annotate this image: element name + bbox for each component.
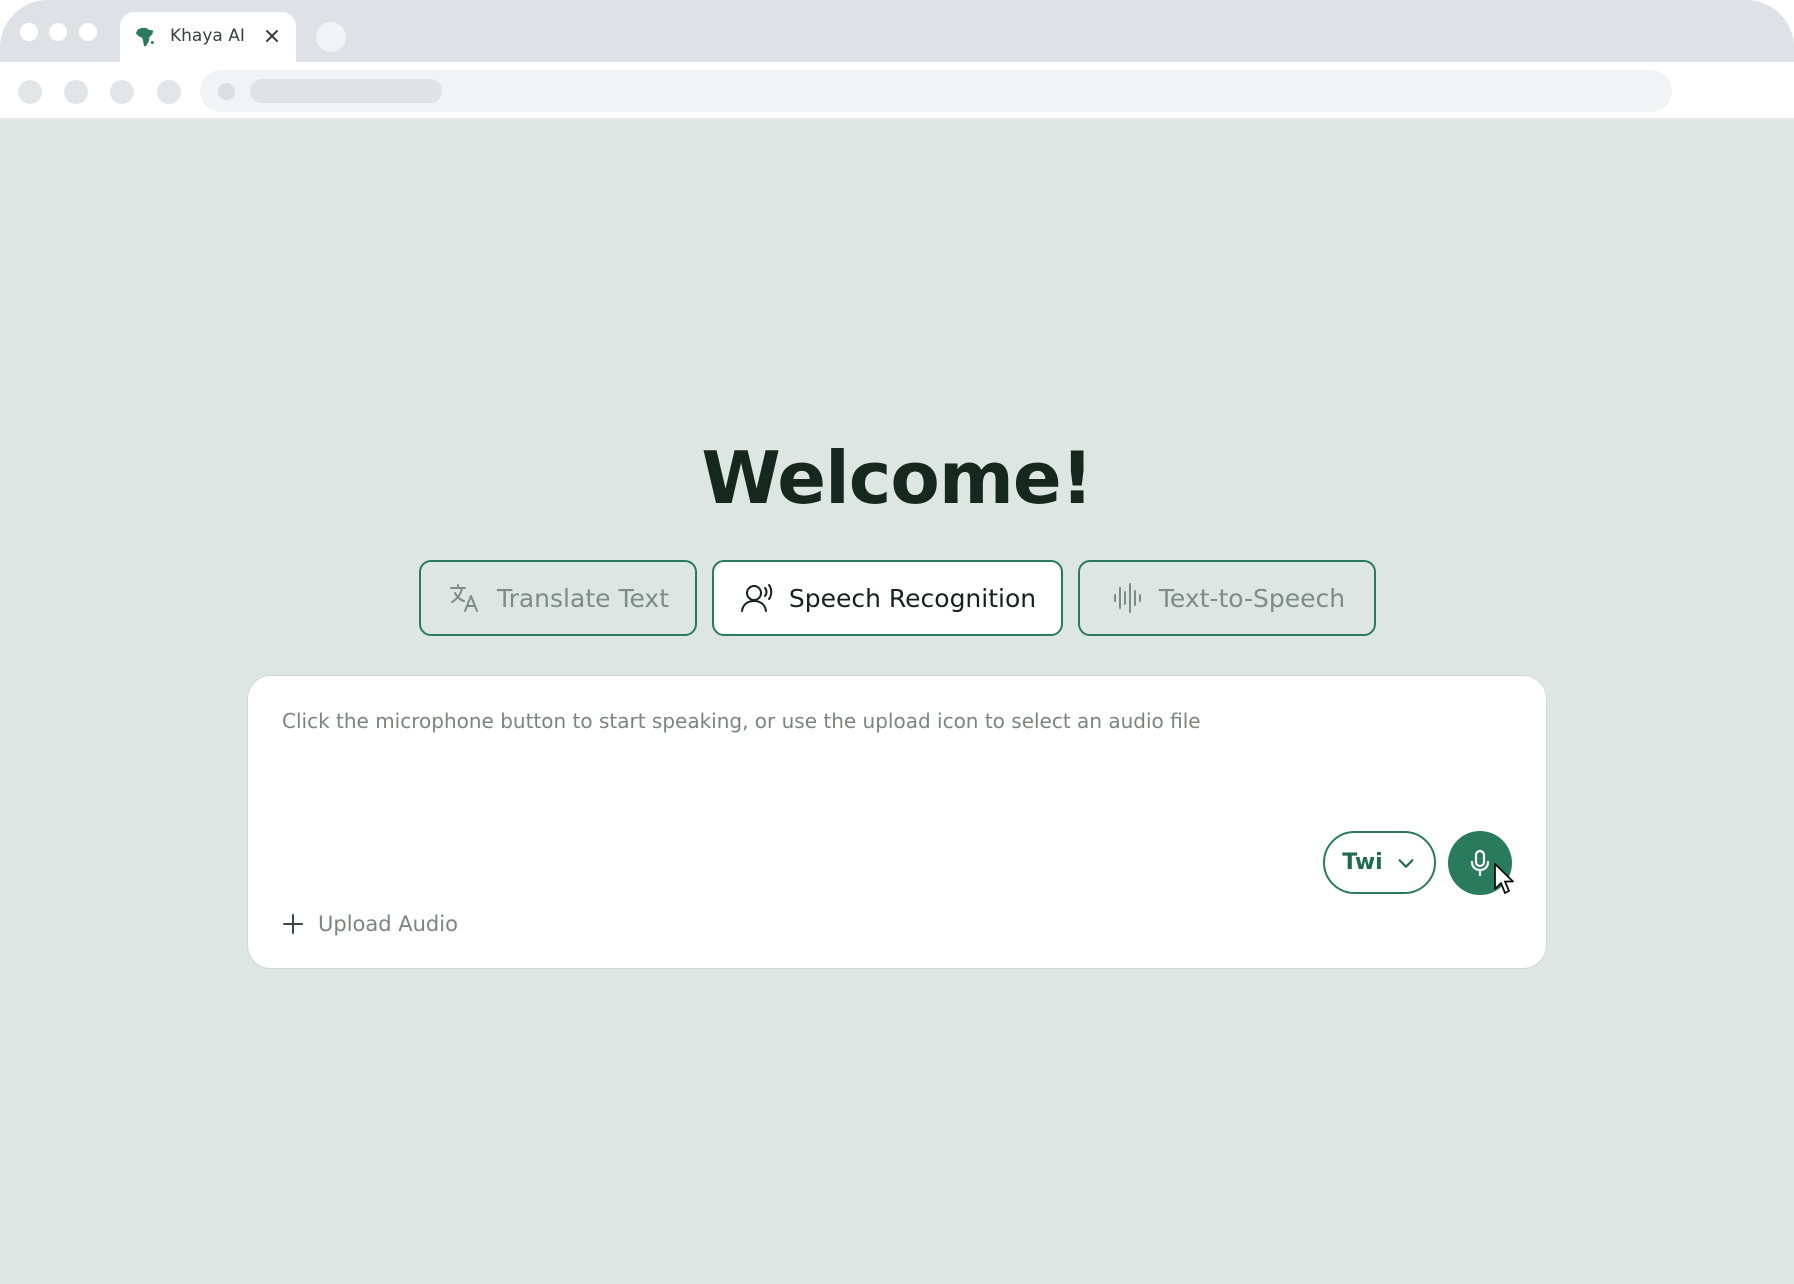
forward-button[interactable] <box>64 80 88 104</box>
speech-recognition-label: Speech Recognition <box>788 583 1037 613</box>
browser-tab[interactable]: Khaya AI <box>120 12 296 62</box>
input-prompt: Click the microphone button to start spe… <box>282 709 1201 733</box>
page-title: Welcome! <box>701 436 1093 520</box>
window-control-close[interactable] <box>20 23 38 41</box>
window-control-minimize[interactable] <box>49 23 67 41</box>
text-to-speech-button[interactable]: Text-to-Speech <box>1078 560 1376 636</box>
text-to-speech-label: Text-to-Speech <box>1158 583 1346 613</box>
audio-waveform-icon <box>1113 583 1141 613</box>
browser-window: Khaya AI Welcome! Translate Text Speech … <box>0 0 1794 1284</box>
africa-map-icon <box>135 27 154 47</box>
window-control-maximize[interactable] <box>79 23 97 41</box>
page-content: Welcome! Translate Text Speech Recogniti… <box>0 120 1794 1284</box>
tab-strip: Khaya AI <box>0 0 1794 62</box>
back-button[interactable] <box>18 80 42 104</box>
new-tab-button[interactable] <box>316 22 346 52</box>
upload-audio-button[interactable]: Upload Audio <box>282 912 458 936</box>
address-bar[interactable] <box>200 70 1672 112</box>
speech-recognition-button[interactable]: Speech Recognition <box>712 560 1063 636</box>
url-placeholder <box>250 79 442 103</box>
language-select[interactable]: Twi <box>1323 831 1436 894</box>
mouse-cursor-icon <box>1494 863 1514 894</box>
tab-title: Khaya AI <box>170 26 245 46</box>
plus-icon <box>283 914 303 934</box>
site-info-icon[interactable] <box>218 83 235 100</box>
microphone-icon <box>1470 849 1490 877</box>
speech-recognition-icon <box>740 584 773 612</box>
translate-text-label: Translate Text <box>496 583 670 613</box>
close-icon[interactable] <box>260 24 284 48</box>
upload-audio-label: Upload Audio <box>318 912 458 936</box>
translate-icon <box>449 584 478 612</box>
chevron-down-icon <box>1398 858 1414 868</box>
browser-toolbar <box>0 62 1794 120</box>
home-button[interactable] <box>157 80 181 104</box>
speech-input-card: Click the microphone button to start spe… <box>247 675 1547 969</box>
reload-button[interactable] <box>110 80 134 104</box>
translate-text-button[interactable]: Translate Text <box>419 560 697 636</box>
language-select-value: Twi <box>1342 850 1383 875</box>
